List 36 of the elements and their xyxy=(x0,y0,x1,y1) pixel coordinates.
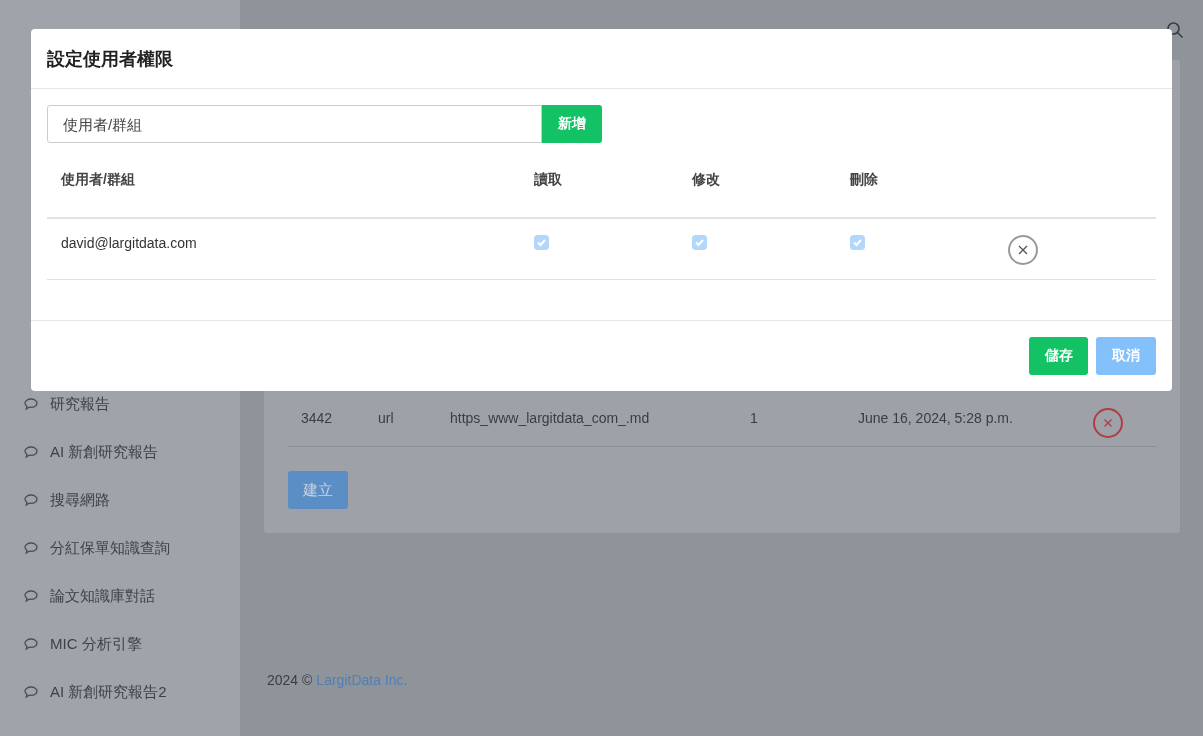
sidebar-item[interactable]: AI 新創研究報告2 xyxy=(0,668,240,716)
chat-bubble-icon xyxy=(24,638,38,650)
chat-bubble-icon xyxy=(24,686,38,698)
sidebar-item[interactable]: 論文知識庫對話 xyxy=(0,572,240,620)
user-group-input[interactable]: 使用者/群組 xyxy=(47,105,542,143)
sidebar-item[interactable]: 研究報告 xyxy=(0,380,240,428)
delete-icon[interactable] xyxy=(1093,408,1123,438)
permission-checkbox[interactable] xyxy=(850,235,865,250)
table-cell-text: 1 xyxy=(750,410,759,426)
permission-checkbox[interactable] xyxy=(534,235,549,250)
sidebar-item[interactable]: AI 新創研究報告 xyxy=(0,428,240,476)
remove-icon[interactable] xyxy=(1008,235,1038,265)
sidebar-item[interactable]: 分紅保單知識查詢 xyxy=(0,524,240,572)
column-header: 刪除 xyxy=(850,171,879,189)
chat-bubble-icon xyxy=(24,446,38,458)
table-cell-text: 3442 xyxy=(300,410,334,426)
chat-bubble-icon xyxy=(24,542,38,554)
chat-bubble-icon xyxy=(24,494,38,506)
column-header: 讀取 xyxy=(534,171,563,189)
save-button[interactable]: 儲存 xyxy=(1029,337,1088,375)
add-button[interactable]: 新增 xyxy=(542,105,602,143)
copyright-text: 2024 © xyxy=(267,672,313,688)
column-header: 修改 xyxy=(692,171,721,189)
user-cell-text: david@largitdata.com xyxy=(60,235,198,251)
table-cell-text: url xyxy=(378,410,395,426)
create-button[interactable]: 建立 xyxy=(288,471,348,509)
column-header: 使用者/群組 xyxy=(60,171,136,189)
table-cell-text: https_www_largitdata_com_.md xyxy=(450,410,651,426)
dialog-title: 設定使用者權限 xyxy=(47,47,173,71)
permission-checkbox[interactable] xyxy=(692,235,707,250)
chat-bubble-icon xyxy=(24,398,38,410)
chat-bubble-icon xyxy=(24,590,38,602)
sidebar-item[interactable]: MIC 分析引擎 xyxy=(0,620,240,668)
sidebar-item[interactable]: 搜尋網路 xyxy=(0,476,240,524)
search-icon[interactable] xyxy=(1166,21,1184,39)
table-cell-text: June 16, 2024, 5:28 p.m. xyxy=(858,410,1014,426)
